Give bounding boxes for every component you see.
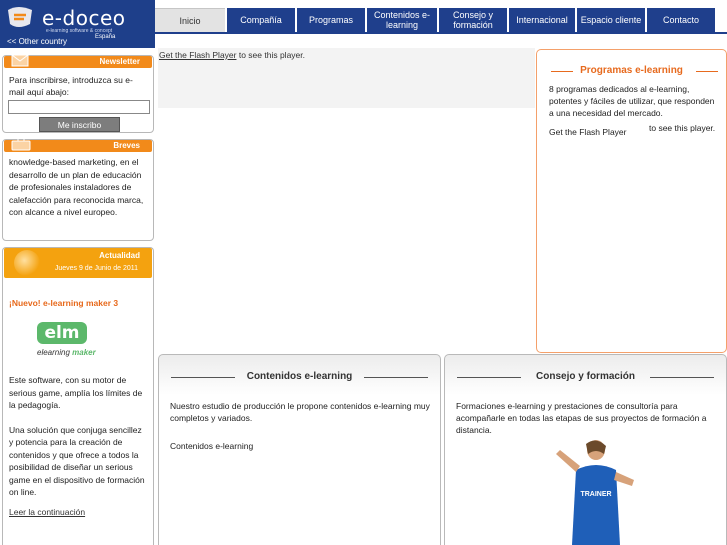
nav-consejo[interactable]: Consejo y formación — [439, 8, 507, 32]
nav-espacio-cliente[interactable]: Espacio cliente — [577, 8, 645, 32]
actualidad-box: Actualidad Jueves 9 de Junio de 2011 ¡Nu… — [2, 247, 154, 545]
breves-header: Breves — [4, 137, 152, 152]
trainer-shirt-text: TRAINER — [580, 491, 611, 498]
newsletter-title: Newsletter — [99, 57, 140, 66]
nav-contenidos[interactable]: Contenidos e-learning — [367, 8, 437, 32]
contenidos-link[interactable]: Contenidos e-learning — [170, 441, 253, 451]
logo-text: e-doceo — [42, 6, 126, 30]
actualidad-date: Jueves 9 de Junio de 2011 — [54, 265, 138, 272]
programas-text: 8 programas dedicados al e-learning, pot… — [549, 84, 715, 118]
breves-text: knowledge-based marketing, en el desarro… — [9, 157, 144, 217]
newsletter-box: Newsletter Para inscribirse, introduzca … — [2, 54, 154, 133]
nav-divider — [155, 32, 727, 34]
trainer-illustration: TRAINER — [556, 440, 634, 545]
envelope-icon — [11, 54, 29, 67]
main-nav: Inicio Compañía Programas Contenidos e-l… — [155, 8, 715, 32]
flash-player-area: Get the Flash Player to see this player. — [158, 48, 535, 108]
nav-internacional[interactable]: Internacional — [509, 8, 575, 32]
actualidad-header: Actualidad Jueves 9 de Junio de 2011 — [4, 248, 152, 278]
news-headline[interactable]: ¡Nuevo! e-learning maker 3 — [9, 298, 147, 308]
contenidos-panel: Contenidos e-learning Nuestro estudio de… — [158, 354, 441, 545]
programas-flash-link[interactable]: Get the Flash Player — [549, 127, 626, 137]
elm-logo-mark: elm — [37, 322, 87, 344]
newsletter-email-input[interactable] — [8, 100, 150, 114]
nav-programas[interactable]: Programas — [297, 8, 365, 32]
news-paragraph-2: Una solución que conjuga sencillez y pot… — [9, 424, 145, 498]
nav-compania[interactable]: Compañía — [227, 8, 295, 32]
country-label: España — [95, 34, 116, 40]
elm-logo-subtitle: elearning maker — [37, 348, 96, 357]
programas-box: Programas e-learning 8 programas dedicad… — [536, 49, 727, 353]
consejo-text: Formaciones e-learning y prestaciones de… — [456, 401, 707, 435]
breves-title: Breves — [113, 141, 140, 150]
actualidad-title: Actualidad — [99, 251, 140, 260]
newsletter-text: Para inscribirse, introduzca su e-mail a… — [9, 75, 133, 97]
contenidos-title: Contenidos e-learning — [159, 371, 440, 382]
newsletter-header: Newsletter — [4, 54, 152, 68]
programas-flash-suffix: to see this player. — [649, 123, 716, 133]
nav-inicio[interactable]: Inicio — [155, 8, 225, 32]
other-country-link[interactable]: << Other country — [7, 37, 67, 46]
news-paragraph-1: Este software, con su motor de serious g… — [9, 375, 143, 410]
contenidos-text: Nuestro estudio de producción le propone… — [170, 401, 430, 423]
globe-icon — [14, 250, 40, 276]
consejo-title: Consejo y formación — [445, 371, 726, 382]
nav-contacto[interactable]: Contacto — [647, 8, 715, 32]
logo-area[interactable]: e-doceo e-learning software & concept <<… — [0, 0, 155, 48]
get-flash-link[interactable]: Get the Flash Player — [159, 50, 236, 60]
breves-box: Breves knowledge-based marketing, en el … — [2, 137, 154, 241]
flash-message: Get the Flash Player to see this player. — [159, 50, 305, 60]
programas-title: Programas e-learning — [537, 65, 726, 76]
subscribe-button[interactable]: Me inscribo — [39, 117, 120, 132]
read-more-link[interactable]: Leer la continuación — [9, 507, 147, 517]
logo-icon — [8, 7, 32, 27]
briefcase-icon — [11, 137, 31, 151]
elearning-maker-logo[interactable]: elm elearning maker — [37, 322, 121, 362]
